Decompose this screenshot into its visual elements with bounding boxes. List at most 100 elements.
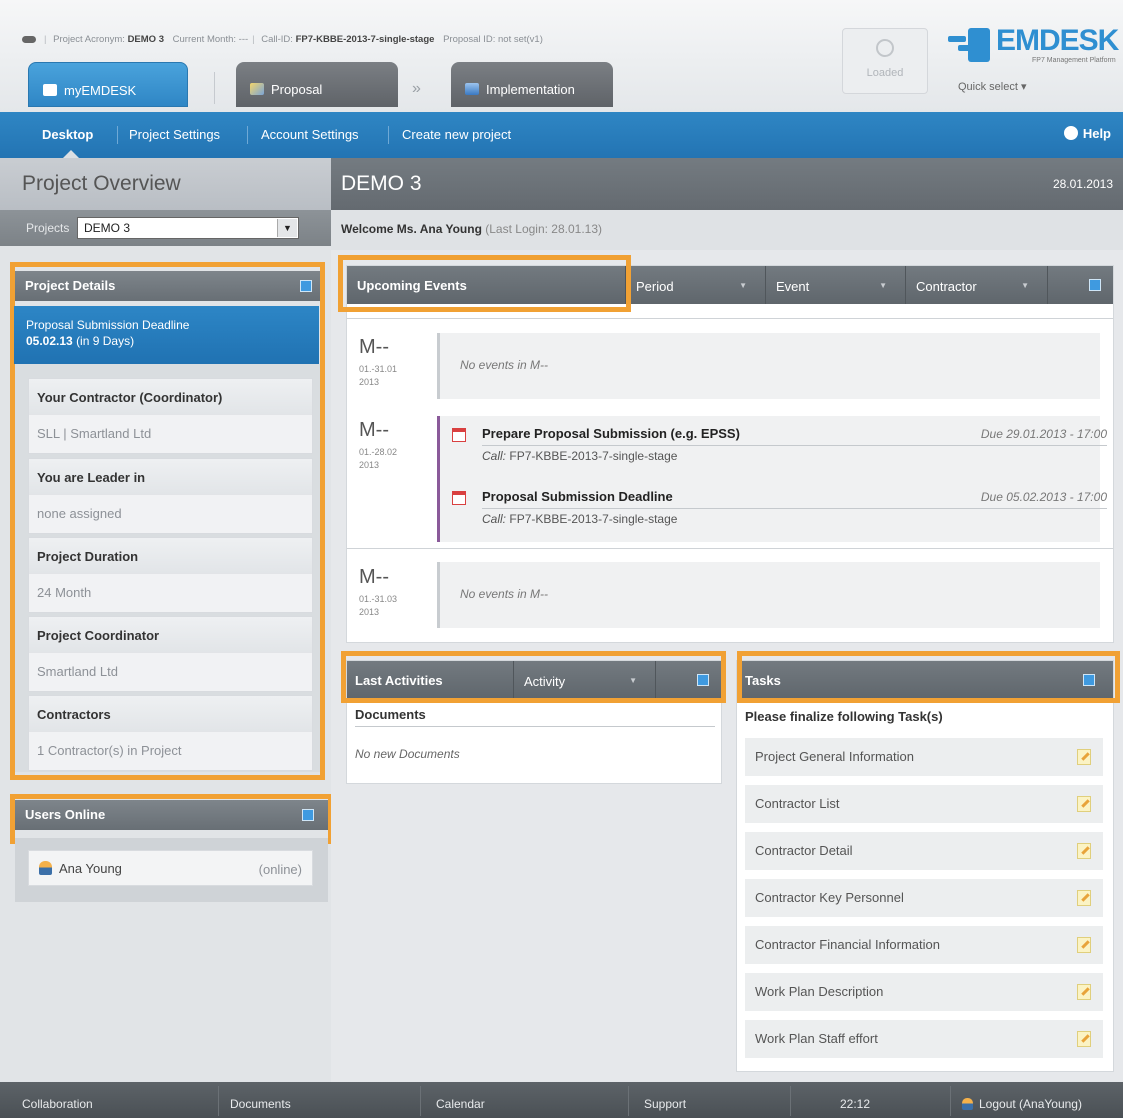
detail-value: none assigned [29, 495, 312, 533]
detail-label: Project Duration [29, 538, 312, 574]
edit-icon[interactable] [1077, 1031, 1091, 1047]
task-item[interactable]: Contractor Financial Information [745, 926, 1103, 964]
no-events-text: No events in M-- [460, 587, 549, 601]
tab-proposal[interactable]: Proposal [236, 62, 398, 107]
footer-documents[interactable]: Documents [230, 1097, 291, 1111]
detail-value: 1 Contractor(s) in Project [29, 732, 312, 770]
project-details-title: Project Details [25, 278, 116, 293]
event-title: Proposal Submission Deadline [482, 489, 673, 504]
task-label: Contractor Key Personnel [755, 890, 904, 905]
proposal-value: not set(v1) [498, 34, 543, 45]
chevron-down-icon: ▼ [879, 281, 887, 290]
contractor-filter[interactable]: Contractor ▼ [905, 266, 1047, 304]
task-item[interactable]: Contractor Detail [745, 832, 1103, 870]
tab-myemdesk[interactable]: myEMDESK [28, 62, 188, 107]
footer-calendar[interactable]: Calendar [436, 1097, 485, 1111]
nav-desktop[interactable]: Desktop [42, 127, 93, 142]
deadline-label: Proposal Submission Deadline [26, 318, 190, 332]
task-item[interactable]: Project General Information [745, 738, 1103, 776]
chevron-down-icon[interactable]: ▼ [276, 219, 297, 237]
month-range: 01.-31.01 [359, 364, 398, 374]
month-label: Current Month: [172, 34, 237, 45]
task-label: Contractor Detail [755, 843, 853, 858]
deadline-date: 05.02.13 [26, 334, 73, 348]
footer-bar: Collaboration Documents Calendar Support… [0, 1082, 1123, 1118]
users-online-title: Users Online [25, 807, 106, 822]
collapse-icon[interactable] [300, 280, 312, 292]
task-item[interactable]: Contractor List [745, 785, 1103, 823]
event-filter[interactable]: Event ▼ [765, 266, 905, 304]
nav-create-new-project[interactable]: Create new project [402, 127, 511, 142]
tab-implementation[interactable]: Implementation [451, 62, 613, 107]
tab-divider [214, 72, 215, 104]
month-label: M-- [359, 419, 389, 441]
task-label: Contractor Financial Information [755, 937, 940, 952]
logout-button[interactable]: Logout (AnaYoung) [962, 1097, 1082, 1111]
event-title: Prepare Proposal Submission (e.g. EPSS) [482, 426, 740, 441]
edit-icon[interactable] [1077, 796, 1091, 812]
nav-account-settings[interactable]: Account Settings [261, 127, 359, 142]
project-select[interactable]: DEMO 3 ▼ [76, 217, 299, 239]
call-label: Call: [482, 512, 507, 526]
detail-value: SLL | Smartland Ltd [29, 415, 312, 453]
user-icon [962, 1098, 973, 1110]
month-year: 2013 [359, 377, 380, 387]
loaded-indicator: Loaded [842, 28, 928, 94]
footer-support[interactable]: Support [644, 1097, 686, 1111]
logo-mark-icon [944, 28, 994, 62]
collapse-icon[interactable] [302, 809, 314, 821]
edit-icon[interactable] [1077, 749, 1091, 765]
no-documents-text: No new Documents [355, 747, 460, 761]
call-value: FP7-KBBE-2013-7-single-stage [295, 34, 435, 45]
edit-icon[interactable] [1077, 937, 1091, 953]
tab-implementation-label: Implementation [486, 82, 575, 97]
footer-collaboration[interactable]: Collaboration [22, 1097, 93, 1111]
documents-section-title: Documents [355, 707, 715, 727]
task-item[interactable]: Work Plan Staff effort [745, 1020, 1103, 1058]
period-filter[interactable]: Period ▼ [625, 266, 765, 304]
eye-icon[interactable] [22, 35, 36, 43]
task-item[interactable]: Contractor Key Personnel [745, 879, 1103, 917]
task-label: Work Plan Description [755, 984, 884, 999]
detail-value: 24 Month [29, 574, 312, 612]
user-icon [39, 861, 52, 875]
users-online-header: Users Online [15, 800, 328, 830]
quick-select-dropdown[interactable]: Quick select ▾ [958, 80, 1027, 93]
task-label: Project General Information [755, 749, 914, 764]
project-title: DEMO 3 [341, 172, 422, 195]
online-user-row[interactable]: Ana Young (online) [28, 850, 313, 886]
calendar-icon [452, 491, 466, 505]
double-chevron-icon: » [412, 80, 421, 97]
collapse-icon[interactable] [1089, 279, 1101, 291]
online-user-name: Ana Young [59, 861, 122, 876]
period-filter-label: Period [636, 279, 674, 294]
event-due: Due 05.02.2013 - 17:00 [980, 490, 1107, 504]
tab-myemdesk-label: myEMDESK [64, 83, 137, 98]
tasks-panel: Tasks Please finalize following Task(s) … [736, 660, 1114, 1072]
detail-label: Contractors [29, 696, 312, 732]
chevron-down-icon: ▼ [739, 281, 747, 290]
edit-icon[interactable] [1077, 843, 1091, 859]
current-date: 28.01.2013 [1052, 177, 1113, 191]
main-title-bar: DEMO 3 28.01.2013 [331, 158, 1123, 210]
detail-label: Your Contractor (Coordinator) [29, 379, 312, 415]
help-icon [1063, 126, 1078, 140]
tasks-intro: Please finalize following Task(s) [745, 709, 943, 724]
call-label: Call-ID: [261, 34, 293, 45]
edit-icon[interactable] [1077, 890, 1091, 906]
last-login: (Last Login: 28.01.13) [485, 222, 603, 236]
event-call: FP7-KBBE-2013-7-single-stage [509, 512, 678, 526]
month-year: 2013 [359, 607, 380, 617]
events-collapse-cell [1047, 266, 1113, 304]
welcome-bar: Welcome Ms. Ana Young (Last Login: 28.01… [331, 210, 1123, 250]
tab-proposal-label: Proposal [271, 82, 323, 97]
edit-icon[interactable] [1077, 984, 1091, 1000]
month-label: M-- [359, 566, 389, 588]
nav-project-settings[interactable]: Project Settings [129, 127, 220, 142]
upcoming-events-panel: Upcoming Events Period ▼ Event ▼ Contracto… [346, 265, 1114, 643]
chevron-down-icon: ▼ [1021, 281, 1029, 290]
help-button[interactable]: Help [1063, 126, 1111, 141]
projects-label: Projects [26, 221, 70, 235]
event-filter-label: Event [776, 279, 810, 294]
task-item[interactable]: Work Plan Description [745, 973, 1103, 1011]
